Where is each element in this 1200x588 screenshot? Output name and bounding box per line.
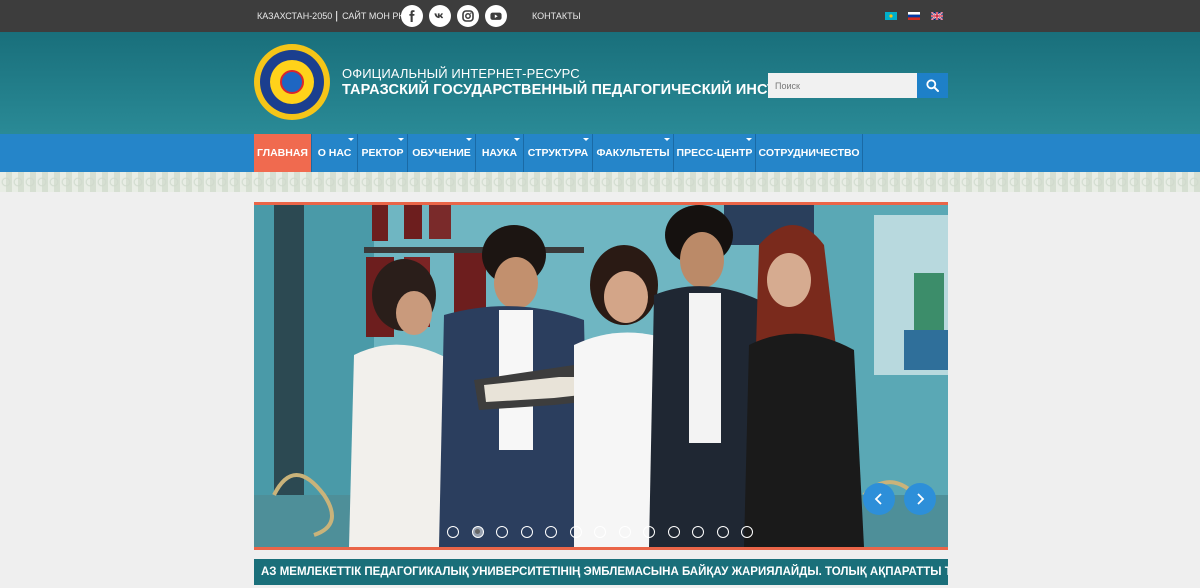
slider-dot[interactable]	[471, 526, 484, 538]
slider-dot[interactable]	[569, 526, 582, 538]
main-nav: ГЛАВНАЯ О НАС РЕКТОР ОБУЧЕНИЕ НАУКА СТРУ…	[0, 134, 1200, 172]
top-links: КАЗАХСТАН-2050 | САЙТ МОН РК	[257, 0, 404, 32]
search-icon	[926, 79, 939, 92]
site-subtitle: ОФИЦИАЛЬНЫЙ ИНТЕРНЕТ-РЕСУРС	[342, 66, 580, 81]
mon-rk-link[interactable]: САЙТ МОН РК	[342, 11, 404, 21]
slider-dot[interactable]	[692, 526, 704, 538]
ticker-text: АЗ МЕМЛЕКЕТТІК ПЕДАГОГИКАЛЫҚ УНИВЕРСИТЕТ…	[261, 566, 948, 578]
top-bar: КАЗАХСТАН-2050 | САЙТ МОН РК КОНТАКТЫ	[0, 0, 1200, 32]
slider-dot[interactable]	[447, 526, 459, 538]
en-flag-icon[interactable]	[931, 12, 943, 20]
search-button[interactable]	[917, 73, 948, 98]
link-separator: |	[335, 10, 339, 22]
nav-item-cooperation[interactable]: СОТРУДНИЧЕСТВО	[756, 134, 863, 172]
slider-dot[interactable]	[741, 526, 753, 538]
slider-dot[interactable]	[618, 526, 631, 538]
slider-dot[interactable]	[667, 526, 680, 538]
vk-icon[interactable]	[429, 5, 451, 27]
site-header: ОФИЦИАЛЬНЫЙ ИНТЕРНЕТ-РЕСУРС ТАРАЗСКИЙ ГО…	[0, 32, 1200, 134]
search-input[interactable]	[768, 73, 917, 98]
ornament-band	[0, 172, 1200, 192]
nav-item-science[interactable]: НАУКА	[476, 134, 524, 172]
nav-item-structure[interactable]: СТРУКТУРА	[524, 134, 593, 172]
chevron-left-icon	[874, 493, 882, 505]
facebook-icon[interactable]	[401, 5, 423, 27]
youtube-icon[interactable]	[485, 5, 507, 27]
chevron-down-icon	[466, 138, 472, 141]
slider-dot[interactable]	[643, 526, 655, 538]
slider-next-button[interactable]	[904, 483, 936, 515]
site-title: ТАРАЗСКИЙ ГОСУДАРСТВЕННЫЙ ПЕДАГОГИЧЕСКИЙ…	[342, 82, 814, 98]
chevron-down-icon	[514, 138, 520, 141]
slider-dot[interactable]	[520, 526, 533, 538]
slider-dots	[254, 523, 948, 539]
instagram-icon[interactable]	[457, 5, 479, 27]
kz-flag-icon[interactable]	[885, 12, 897, 20]
kazakhstan-2050-link[interactable]: КАЗАХСТАН-2050	[257, 11, 332, 21]
news-ticker[interactable]: АЗ МЕМЛЕКЕТТІК ПЕДАГОГИКАЛЫҚ УНИВЕРСИТЕТ…	[254, 559, 948, 585]
slider-dot[interactable]	[496, 526, 508, 538]
nav-item-rector[interactable]: РЕКТОР	[358, 134, 408, 172]
slide-photo	[254, 205, 948, 547]
chevron-down-icon	[348, 138, 354, 141]
slider-dot[interactable]	[716, 526, 729, 538]
chevron-down-icon	[746, 138, 752, 141]
image-slider[interactable]	[254, 202, 948, 550]
nav-item-education[interactable]: ОБУЧЕНИЕ	[408, 134, 476, 172]
nav-item-about[interactable]: О НАС	[312, 134, 358, 172]
contacts-link[interactable]: КОНТАКТЫ	[532, 0, 581, 32]
nav-item-home[interactable]: ГЛАВНАЯ	[254, 134, 312, 172]
slider-dot[interactable]	[594, 526, 606, 538]
slider-prev-button[interactable]	[863, 483, 895, 515]
institute-logo[interactable]	[254, 44, 330, 120]
chevron-right-icon	[917, 493, 925, 505]
chevron-down-icon	[583, 138, 589, 141]
nav-item-press-center[interactable]: ПРЕСС-ЦЕНТР	[674, 134, 756, 172]
slider-dot[interactable]	[545, 526, 557, 538]
ru-flag-icon[interactable]	[908, 12, 920, 20]
chevron-down-icon	[398, 138, 404, 141]
nav-item-faculties[interactable]: ФАКУЛЬТЕТЫ	[593, 134, 674, 172]
chevron-down-icon	[664, 138, 670, 141]
